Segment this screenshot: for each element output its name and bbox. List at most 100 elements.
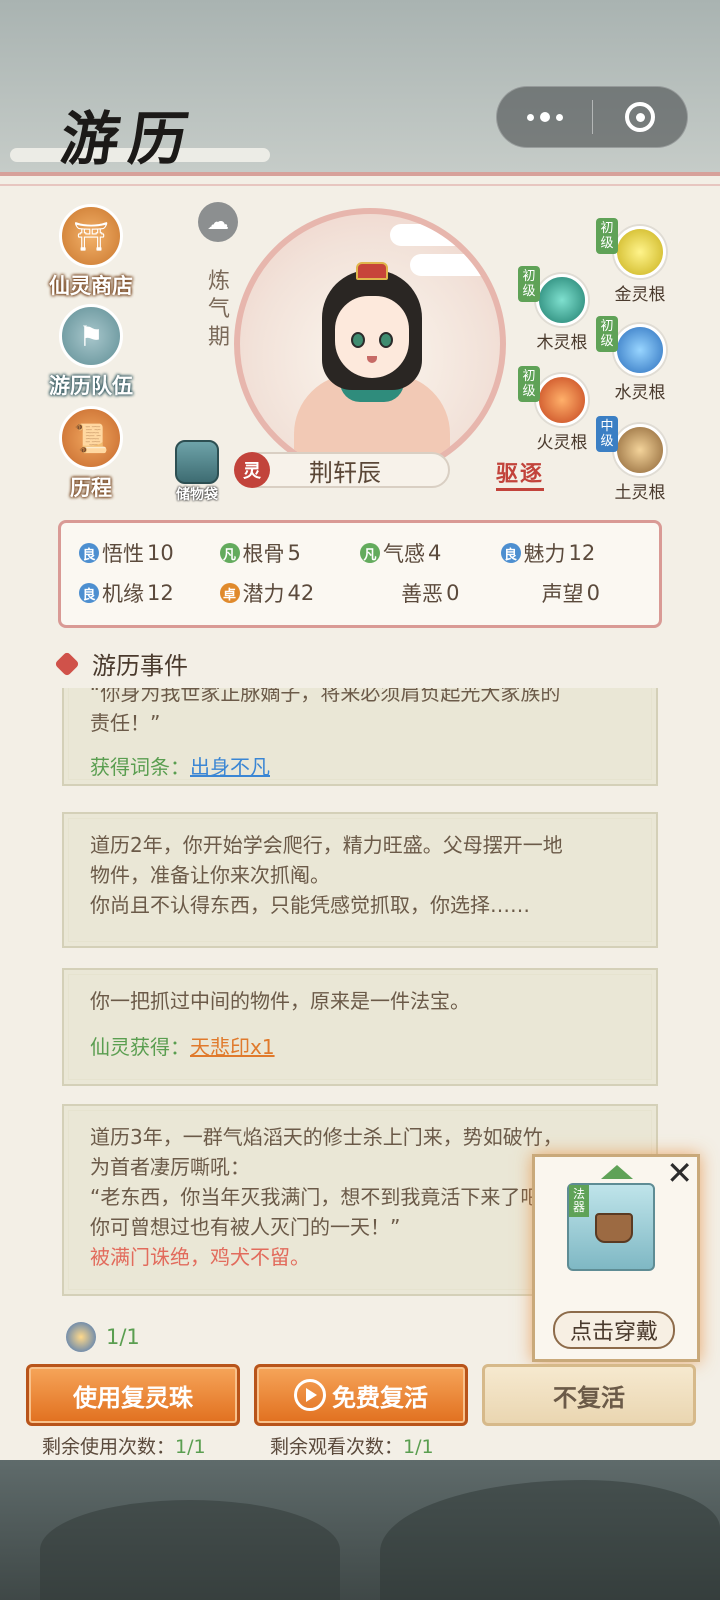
root-grade-tag: 初级: [596, 316, 618, 352]
event-text: 道历3年，一群气焰滔天的修士杀上门来，势如破竹，: [90, 1125, 563, 1149]
revive-orb-count: 1/1: [66, 1322, 140, 1352]
stat-name: 机缘: [102, 582, 144, 606]
character-face: [335, 296, 409, 378]
close-icon[interactable]: ✕: [666, 1155, 693, 1191]
storage-bag-button[interactable]: 储物袋: [166, 440, 228, 504]
event-text: 你一把抓过中间的物件，原来是一件法宝。: [90, 989, 470, 1013]
target-icon: [625, 102, 655, 132]
stat-value: 4: [428, 541, 442, 565]
quality-badge: 良: [79, 543, 99, 563]
stat-name: 善恶: [401, 582, 444, 606]
upgrade-arrow-icon: [601, 1165, 633, 1179]
more-button[interactable]: [497, 87, 592, 147]
stat-row: 良机缘 12 卓潜力 42 善恶 0 声望 0: [79, 573, 641, 613]
character-portrait: [234, 208, 506, 480]
stat-value: 0: [446, 581, 460, 605]
free-revive-button[interactable]: 免费复活: [254, 1364, 468, 1426]
root-wood[interactable]: 初级 木灵根: [518, 266, 602, 353]
cloud-decoration: [410, 254, 500, 276]
stat-bone: 凡根骨 5: [219, 538, 361, 568]
remaining-watch-count: 剩余观看次数：1/1: [270, 1432, 434, 1459]
event-card: 你一把抓过中间的物件，原来是一件法宝。 仙灵获得：天悲印x1: [62, 968, 658, 1086]
stat-value: 0: [586, 581, 600, 605]
character-mouth: [367, 356, 377, 363]
quality-badge: 卓: [219, 583, 240, 603]
diamond-icon: [54, 650, 80, 677]
stat-name: 潜力: [242, 582, 285, 606]
spirit-badge: 灵: [234, 452, 270, 488]
stat-comprehension: 良悟性 10: [79, 538, 220, 568]
reward-trait-link[interactable]: 出身不凡: [190, 755, 270, 779]
item-type-tag: 法器: [569, 1185, 589, 1217]
scroll-icon: 📜: [59, 406, 123, 470]
history-label: 历程: [70, 476, 112, 500]
event-text: 物件，准备让你来次抓阄。: [90, 863, 330, 887]
root-label: 火灵根: [536, 433, 588, 453]
quality-badge: 凡: [219, 543, 240, 563]
root-label: 水灵根: [614, 383, 666, 403]
root-label: 土灵根: [614, 483, 666, 503]
spirit-shop-button[interactable]: ⛩ 仙灵商店: [36, 204, 146, 300]
quality-badge: 良: [500, 543, 521, 563]
character-name-text: 荆轩辰: [309, 458, 381, 487]
character-eye: [351, 332, 365, 348]
expel-button[interactable]: 驱逐: [496, 456, 545, 491]
event-text: 道历2年，你开始学会爬行，精力旺盛。父母摆开一地: [90, 833, 563, 857]
stat-name: 声望: [541, 582, 584, 606]
miniprogram-capsule: [496, 86, 688, 148]
stat-value: 5: [287, 541, 301, 565]
travel-team-button[interactable]: ⚑ 游历队伍: [36, 304, 146, 400]
root-water[interactable]: 初级 水灵根: [596, 316, 680, 403]
stat-qi-sense: 凡气感 4: [360, 538, 501, 568]
root-grade-tag: 中级: [596, 416, 618, 452]
artifact-item[interactable]: 法器: [567, 1183, 655, 1271]
no-revive-button[interactable]: 不复活: [482, 1364, 696, 1426]
events-heading: 游历事件: [54, 646, 188, 681]
seal-icon: [595, 1213, 633, 1243]
stat-charm: 良魅力 12: [500, 538, 642, 568]
reward-label: 仙灵获得：: [90, 1035, 190, 1059]
page-title: 游历: [56, 105, 203, 173]
quality-badge: 凡: [360, 543, 380, 563]
reward-item-link[interactable]: 天悲印x1: [190, 1035, 275, 1059]
leaf-root-icon: [536, 274, 588, 326]
mountain-decoration: [40, 1500, 340, 1600]
cloud-icon: ☁: [198, 202, 238, 242]
root-fire[interactable]: 初级 火灵根: [518, 366, 602, 453]
quality-badge: 良: [79, 583, 99, 603]
history-button[interactable]: 📜 历程: [36, 406, 146, 502]
remaining-watch-label: 剩余观看次数：: [270, 1436, 404, 1458]
character-crown: [356, 262, 388, 280]
event-text: “你身为我世家正脉嫡子，将来必须肩负起光大家族的: [90, 688, 561, 705]
storage-bag-label: 储物袋: [176, 487, 218, 503]
travel-team-label: 游历队伍: [49, 374, 133, 398]
reward-label: 获得词条：: [90, 755, 190, 779]
remaining-use-value: 1/1: [175, 1436, 206, 1458]
close-miniprogram-button[interactable]: [593, 102, 687, 132]
free-revive-label: 免费复活: [332, 1383, 428, 1412]
spirit-shop-label: 仙灵商店: [49, 274, 133, 298]
stat-row: 良悟性 10 凡根骨 5 凡气感 4 良魅力 12: [79, 533, 641, 573]
stat-name: 悟性: [102, 542, 144, 566]
stat-name: 魅力: [523, 542, 566, 566]
root-grade-tag: 初级: [596, 218, 618, 254]
water-root-icon: [614, 324, 666, 376]
root-grade-tag: 初级: [518, 366, 540, 402]
remaining-use-count: 剩余使用次数：1/1: [42, 1432, 206, 1459]
root-gold[interactable]: 初级 金灵根: [596, 218, 680, 305]
shop-icon: ⛩: [59, 204, 123, 268]
event-card: “你身为我世家正脉嫡子，将来必须肩负起光大家族的 责任！” 获得词条：出身不凡: [62, 688, 658, 786]
equip-button[interactable]: 点击穿戴: [553, 1311, 675, 1349]
root-earth[interactable]: 中级 土灵根: [596, 416, 680, 503]
event-text: 你尚且不认得东西，只能凭感觉抓取，你选择……: [90, 893, 530, 917]
event-card: 道历2年，你开始学会爬行，精力旺盛。父母摆开一地 物件，准备让你来次抓阄。 你尚…: [62, 812, 658, 948]
stat-value: 10: [147, 541, 174, 565]
events-heading-label: 游历事件: [92, 652, 188, 680]
root-label: 金灵根: [614, 285, 666, 305]
use-revive-orb-button[interactable]: 使用复灵珠: [26, 1364, 240, 1426]
event-text: 责任！”: [90, 711, 161, 735]
revive-orb-icon: [66, 1322, 96, 1352]
stat-value: 12: [147, 581, 174, 605]
fire-root-icon: [536, 374, 588, 426]
equip-popup: ✕ 法器 点击穿戴: [532, 1154, 700, 1362]
